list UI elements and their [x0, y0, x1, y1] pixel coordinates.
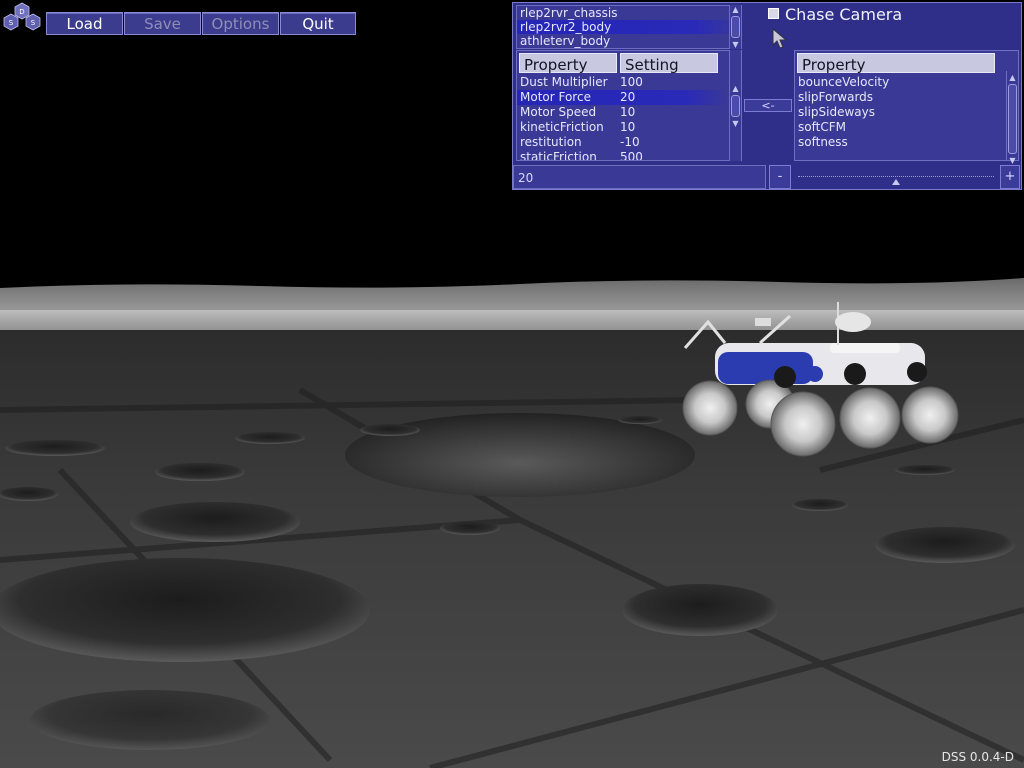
cell-property: Dust Multiplier: [520, 75, 608, 89]
value-input[interactable]: 20: [513, 165, 766, 189]
table-row[interactable]: staticFriction 500: [517, 150, 729, 161]
body-list[interactable]: rlep2rvr_chassis rlep2rvr2_body athleter…: [516, 5, 742, 49]
body-list-scrollbar[interactable]: ▲ ▼: [729, 5, 741, 49]
transfer-button[interactable]: <-: [744, 99, 792, 112]
list-item[interactable]: athleterv_body: [517, 34, 741, 48]
chase-camera-checkbox[interactable]: [768, 8, 779, 19]
slider-thumb[interactable]: [892, 179, 900, 185]
table-row[interactable]: restitution -10: [517, 135, 729, 150]
scroll-thumb[interactable]: [1008, 84, 1017, 154]
mouse-cursor-icon: [772, 28, 788, 49]
table-row[interactable]: Dust Multiplier 100: [517, 75, 729, 90]
scroll-down-arrow-icon[interactable]: ▼: [730, 119, 741, 128]
properties-panel: rlep2rvr_chassis rlep2rvr2_body athleter…: [512, 2, 1022, 190]
scroll-thumb[interactable]: [731, 95, 740, 117]
logo-letter-s2: S: [31, 19, 36, 27]
cell-property: Motor Force: [520, 90, 591, 104]
table-row[interactable]: Motor Speed 10: [517, 105, 729, 120]
cell-property: restitution: [520, 135, 582, 149]
save-button[interactable]: Save: [124, 12, 201, 35]
cell-setting: 10: [620, 105, 636, 119]
load-button[interactable]: Load: [46, 12, 123, 35]
scroll-up-arrow-icon[interactable]: ▲: [730, 84, 741, 93]
scroll-up-arrow-icon[interactable]: ▲: [730, 5, 741, 14]
scroll-up-arrow-icon[interactable]: ▲: [1007, 73, 1018, 82]
dss-logo: D S S: [3, 2, 41, 31]
list-item[interactable]: rlep2rvr2_body: [517, 20, 741, 34]
quit-button[interactable]: Quit: [280, 12, 356, 35]
list-item[interactable]: rlep2rvr_chassis: [517, 6, 741, 20]
settings-table: Property Setting Dust Multiplier 100 Moto…: [516, 50, 742, 161]
cell-setting: 10: [620, 120, 636, 134]
cell-setting: 100: [620, 75, 643, 89]
cell-setting: 500: [620, 150, 643, 161]
table-row[interactable]: kineticFriction 10: [517, 120, 729, 135]
increment-button[interactable]: +: [1000, 165, 1020, 189]
list-item[interactable]: slipForwards: [795, 90, 1005, 105]
cell-property: staticFriction: [520, 150, 597, 161]
chase-camera-label: Chase Camera: [785, 5, 903, 24]
scroll-down-arrow-icon[interactable]: ▼: [1007, 156, 1018, 165]
column-header-property-right[interactable]: Property: [797, 53, 995, 74]
logo-letter-s1: S: [9, 19, 14, 27]
options-button[interactable]: Options: [202, 12, 279, 35]
version-label: DSS 0.0.4-D: [941, 750, 1014, 764]
list-item[interactable]: bounceVelocity: [795, 75, 1005, 90]
decrement-button[interactable]: -: [769, 165, 791, 189]
scroll-thumb[interactable]: [731, 16, 740, 38]
scroll-down-arrow-icon[interactable]: ▼: [730, 40, 741, 49]
property-list-scrollbar[interactable]: ▲ ▼: [1006, 71, 1018, 165]
cell-setting: -10: [620, 135, 640, 149]
list-item[interactable]: slipSideways: [795, 105, 1005, 120]
settings-table-scrollbar[interactable]: ▲ ▼: [729, 50, 741, 161]
value-slider[interactable]: [794, 165, 998, 189]
column-header-setting[interactable]: Setting: [620, 53, 718, 74]
list-item[interactable]: softness: [795, 135, 1005, 150]
cell-setting: 20: [620, 90, 636, 104]
property-list: Property bounceVelocity slipForwards sli…: [794, 50, 1019, 161]
logo-letter-d: D: [19, 8, 24, 16]
table-row[interactable]: Motor Force 20: [517, 90, 729, 105]
column-header-property[interactable]: Property: [519, 53, 617, 74]
cell-property: kineticFriction: [520, 120, 604, 134]
cell-property: Motor Speed: [520, 105, 597, 119]
list-item[interactable]: softCFM: [795, 120, 1005, 135]
